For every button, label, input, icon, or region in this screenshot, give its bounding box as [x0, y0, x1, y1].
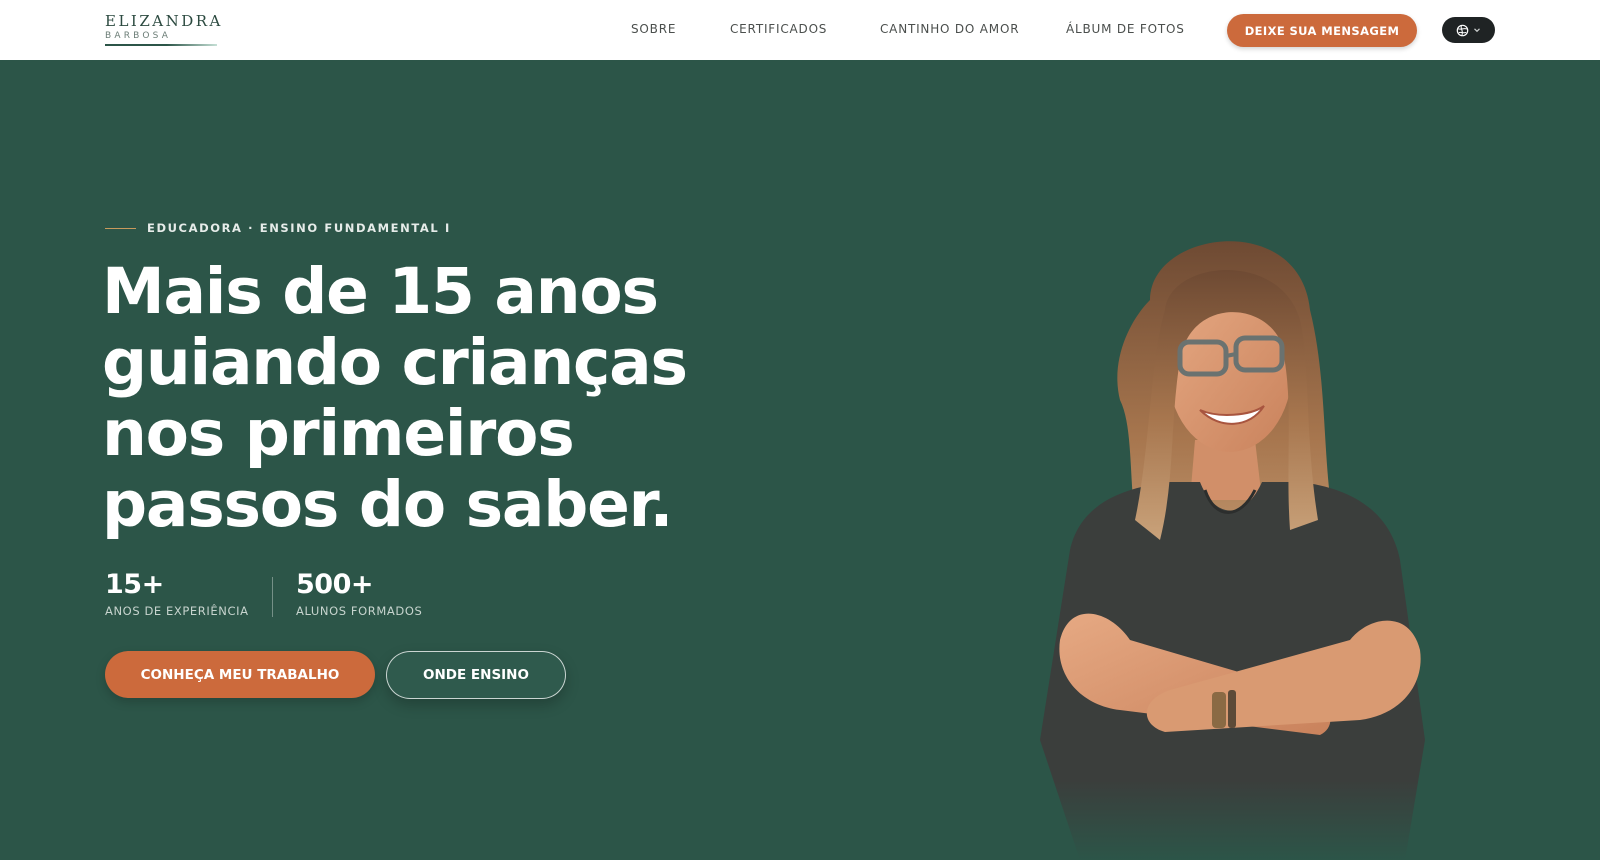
know-my-work-button[interactable]: CONHEÇA MEU TRABALHO — [105, 651, 375, 698]
stat-label: ANOS DE EXPERIÊNCIA — [105, 604, 249, 618]
eyebrow-text: EDUCADORA · ENSINO FUNDAMENTAL I — [147, 221, 451, 235]
nav-link-album-de-fotos[interactable]: ÁLBUM DE FOTOS — [1066, 22, 1185, 36]
hero-eyebrow: EDUCADORA · ENSINO FUNDAMENTAL I — [105, 221, 451, 235]
nav-link-sobre[interactable]: SOBRE — [631, 22, 676, 36]
chevron-down-icon — [1473, 26, 1481, 34]
globe-icon — [1456, 24, 1469, 37]
nav-link-certificados[interactable]: CERTIFICADOS — [730, 22, 827, 36]
headline-line: passos do saber. — [102, 468, 673, 541]
headline-line: nos primeiros — [102, 397, 575, 470]
stat-value: 500+ — [296, 569, 373, 600]
stat-label: ALUNOS FORMADOS — [296, 604, 423, 618]
leave-message-button[interactable]: DEIXE SUA MENSAGEM — [1227, 14, 1417, 47]
stat-experience: 15+ ANOS DE EXPERIÊNCIA — [105, 569, 249, 619]
eyebrow-line — [105, 227, 136, 229]
hero-headline: Mais de 15 anos guiando crianças nos pri… — [102, 256, 862, 540]
headline-line: Mais de 15 anos — [102, 255, 659, 328]
language-selector[interactable] — [1442, 17, 1495, 43]
site-header: ELIZANDRA BARBOSA SOBRE CERTIFICADOS CAN… — [0, 0, 1600, 60]
stat-divider — [272, 577, 273, 617]
where-i-teach-button[interactable]: ONDE ENSINO — [386, 651, 566, 699]
headline-line: guiando crianças — [102, 326, 688, 399]
stat-value: 15+ — [105, 569, 164, 600]
stat-students: 500+ ALUNOS FORMADOS — [296, 569, 423, 619]
teacher-portrait-image — [1000, 241, 1480, 860]
nav-link-cantinho-do-amor[interactable]: CANTINHO DO AMOR — [880, 22, 1019, 36]
